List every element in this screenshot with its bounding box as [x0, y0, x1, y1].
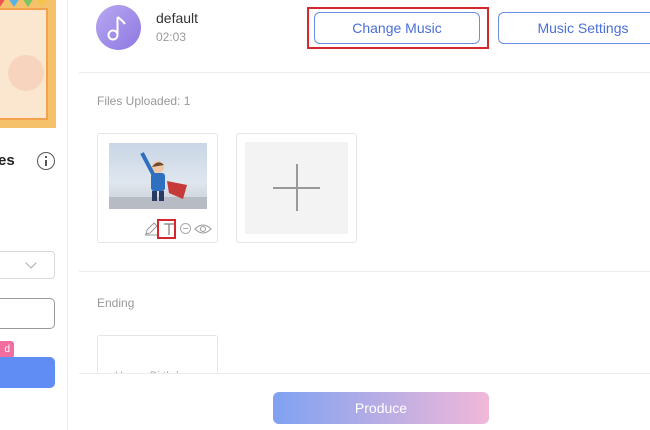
uploaded-photo [109, 143, 207, 209]
sidebar-input[interactable] [0, 298, 55, 329]
music-settings-button[interactable]: Music Settings [498, 12, 650, 44]
add-file-card[interactable] [236, 133, 357, 243]
info-icon[interactable] [37, 152, 55, 170]
baby-photo [8, 55, 44, 91]
template-thumbnail[interactable] [0, 0, 56, 128]
thumbnail-frame [0, 8, 48, 120]
photo-tools [142, 222, 214, 238]
eye-icon[interactable] [194, 222, 212, 236]
music-duration: 02:03 [156, 30, 187, 44]
change-music-button[interactable]: Change Music [314, 12, 480, 44]
sidebar-primary-button[interactable] [0, 357, 55, 388]
ending-label: Ending [97, 296, 135, 310]
footer-bar: Produce [79, 373, 650, 430]
divider [79, 72, 650, 73]
text-tool-highlight [157, 219, 176, 239]
sidebar: es d [0, 0, 68, 430]
plus-icon-vertical [296, 164, 298, 211]
pencil-icon[interactable] [144, 222, 158, 236]
bunting-flag [36, 0, 48, 7]
music-name: default [156, 10, 199, 26]
sidebar-title: es [0, 152, 15, 169]
chevron-down-icon [25, 257, 37, 269]
sidebar-select[interactable] [0, 251, 55, 279]
remove-icon[interactable] [179, 222, 192, 235]
add-file-area [245, 142, 348, 234]
status-badge: d [0, 341, 14, 358]
bunting-flag [22, 0, 34, 7]
produce-button[interactable]: Produce [273, 392, 489, 424]
files-uploaded-label: Files Uploaded: 1 [97, 94, 191, 108]
bunting-flag [0, 0, 6, 7]
bunting-flag [8, 0, 20, 7]
uploaded-photo-card[interactable] [97, 133, 218, 243]
divider [79, 271, 650, 272]
music-note-icon [96, 5, 141, 50]
